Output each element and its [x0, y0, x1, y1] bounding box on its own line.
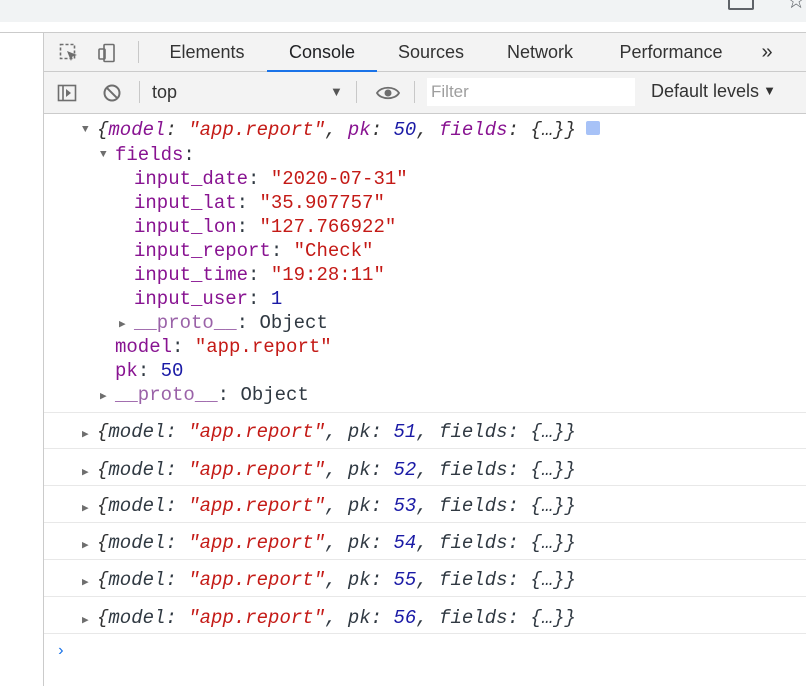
device-toolbar-icon[interactable]	[97, 43, 117, 63]
context-dropdown-icon[interactable]: ▼	[330, 84, 343, 99]
page-gap	[0, 22, 806, 32]
tab-sources[interactable]: Sources	[391, 33, 471, 71]
expand-arrow-icon[interactable]: ▶	[100, 389, 112, 403]
log-entry[interactable]: {model: "app.report", pk: 54, fields: {……	[97, 531, 576, 555]
proto-row[interactable]: __proto__: Object	[115, 383, 309, 407]
field-row: input_lat: "35.907757"	[134, 192, 385, 214]
expand-arrow-icon[interactable]: ▶	[82, 538, 94, 552]
entry-divider	[44, 559, 806, 560]
tab-network[interactable]: Network	[500, 33, 580, 71]
filter-input[interactable]	[427, 78, 635, 106]
tabbar-separator	[138, 41, 139, 63]
cast-icon[interactable]	[728, 0, 754, 10]
context-selector[interactable]: top	[152, 82, 177, 103]
fields-proto-row[interactable]: __proto__: Object	[134, 311, 328, 335]
entry-divider	[44, 522, 806, 523]
log-entry[interactable]: {model: "app.report", pk: 51, fields: {……	[97, 420, 576, 444]
entry-divider	[44, 448, 806, 449]
log-entry[interactable]: {model: "app.report", pk: 55, fields: {……	[97, 568, 576, 592]
devtools-panel: Elements Console Sources Network Perform…	[44, 32, 806, 686]
page-content-area	[0, 32, 44, 686]
collapse-arrow-icon[interactable]: ▼	[82, 124, 94, 136]
field-row: input_report: "Check"	[134, 240, 374, 262]
entry-divider	[44, 596, 806, 597]
live-expression-eye-icon[interactable]	[376, 83, 400, 103]
clear-console-icon[interactable]	[102, 83, 122, 103]
field-row: input_lon: "127.766922"	[134, 216, 397, 238]
model-row: model: "app.report"	[115, 336, 332, 358]
log-levels-label: Default levels	[651, 81, 760, 101]
toolbar-separator	[139, 81, 140, 103]
tab-performance[interactable]: Performance	[612, 33, 730, 71]
console-prompt[interactable]: ›	[56, 642, 66, 660]
devtools-tabbar: Elements Console Sources Network Perform…	[44, 32, 806, 72]
log-entry[interactable]: {model: "app.report", pk: 53, fields: {……	[97, 494, 576, 518]
tab-console[interactable]: Console	[267, 33, 377, 72]
expand-arrow-icon[interactable]: ▶	[119, 317, 131, 331]
more-tabs-button[interactable]: »	[752, 33, 782, 71]
browser-toolbar: ☆	[0, 0, 806, 22]
toolbar-separator	[414, 81, 415, 103]
log-entry[interactable]: {model: "app.report", pk: 56, fields: {……	[97, 606, 576, 630]
tab-elements[interactable]: Elements	[164, 33, 250, 71]
object-summary[interactable]: {model: "app.report", pk: 50, fields: {……	[97, 118, 600, 142]
expand-arrow-icon[interactable]: ▶	[82, 613, 94, 627]
expand-arrow-icon[interactable]: ▶	[82, 501, 94, 515]
collapse-arrow-icon[interactable]: ▼	[100, 149, 112, 161]
fields-label[interactable]: fields:	[115, 143, 195, 167]
show-sidebar-icon[interactable]	[57, 83, 77, 103]
info-icon	[585, 120, 600, 135]
log-entry[interactable]: {model: "app.report", pk: 52, fields: {……	[97, 458, 576, 482]
inspect-element-icon[interactable]	[59, 43, 79, 63]
field-row: input_date: "2020-07-31"	[134, 168, 408, 190]
entry-divider	[44, 412, 806, 413]
entry-divider	[44, 633, 806, 634]
bookmark-star-icon[interactable]: ☆	[786, 0, 806, 14]
field-row: input_user: 1	[134, 288, 283, 310]
entry-divider	[44, 485, 806, 486]
toolbar-separator	[356, 81, 357, 103]
expand-arrow-icon[interactable]: ▶	[82, 427, 94, 441]
field-row: input_time: "19:28:11"	[134, 264, 385, 286]
expand-arrow-icon[interactable]: ▶	[82, 465, 94, 479]
log-levels-dropdown[interactable]: Default levels ▼	[651, 81, 776, 102]
expand-arrow-icon[interactable]: ▶	[82, 575, 94, 589]
pk-row: pk: 50	[115, 360, 184, 382]
console-toolbar: top ▼ Default levels▼	[44, 72, 806, 114]
chevron-down-icon: ▼	[763, 83, 776, 98]
